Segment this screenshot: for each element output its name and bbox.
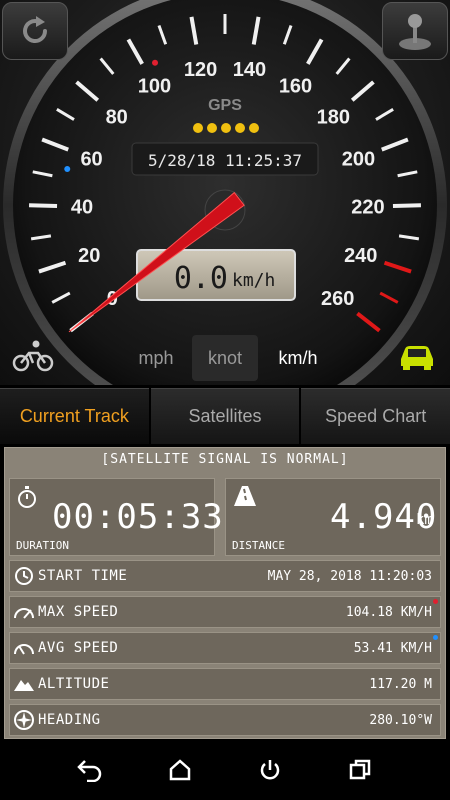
gauge-tick-label: 100 [138, 76, 171, 98]
avg-speed-marker [64, 165, 71, 172]
home-button[interactable] [160, 750, 200, 790]
gauge-tick-label: 180 [317, 107, 350, 129]
unit-knot-label: knot [207, 347, 243, 368]
gauge-tick-label: 140 [233, 59, 266, 81]
gps-dot [249, 123, 259, 133]
back-button[interactable] [70, 750, 110, 790]
clock-icon [15, 567, 33, 585]
mountain-icon [14, 680, 34, 691]
settings-joystick-button[interactable] [382, 2, 448, 60]
tab-satellites-label: Satellites [188, 406, 262, 426]
avg-speed-dot [433, 635, 438, 640]
gps-dot [193, 123, 203, 133]
tab-bar: Current Track Satellites Speed Chart [0, 388, 450, 444]
max-speed-dot [433, 599, 438, 604]
power-button[interactable] [250, 750, 290, 790]
max-speed-label: MAX SPEED [38, 604, 119, 620]
start-time-row: START TIME MAY 28, 2018 11:20:03 [9, 560, 441, 592]
start-time-label: START TIME [38, 568, 128, 584]
tab-speed-chart-label: Speed Chart [325, 406, 427, 426]
tab-current-track[interactable]: Current Track [0, 388, 149, 444]
unit-kmh[interactable]: km/h [264, 335, 332, 381]
altitude-value: 117.20 M [369, 676, 432, 692]
power-icon [260, 760, 280, 780]
home-icon [169, 759, 191, 781]
distance-unit: km [416, 512, 433, 528]
duration-tile: 00:05:33 DURATION [9, 478, 223, 556]
avg-speed-row: AVG SPEED 53.41 KM/H [9, 632, 441, 664]
heading-value: 280.10°W [369, 712, 432, 728]
distance-label: DISTANCE [232, 539, 285, 552]
bike-mode-button[interactable] [8, 336, 58, 376]
gauge-tick-label: 220 [351, 197, 384, 219]
start-time-value: MAY 28, 2018 11:20:03 [267, 568, 432, 584]
unit-kmh-label: km/h [278, 347, 318, 368]
altitude-row: ALTITUDE 117.20 M [9, 668, 441, 700]
gps-dot [207, 123, 217, 133]
max-speed-row: MAX SPEED 104.18 KM/H [9, 596, 441, 628]
avg-speed-value: 53.41 KM/H [353, 640, 432, 656]
gauge-tick-label: 240 [344, 245, 377, 267]
gauge-tick-label: 60 [80, 149, 102, 171]
recents-icon [349, 759, 371, 780]
current-track-panel: [SATELLITE SIGNAL IS NORMAL] 00:05:33 DU… [4, 447, 446, 739]
android-nav-bar [0, 740, 450, 800]
gauge-tick-label: 40 [71, 197, 93, 219]
gps-label: GPS [208, 97, 242, 114]
refresh-icon [23, 16, 48, 44]
recents-button[interactable] [340, 750, 380, 790]
gps-dot [221, 123, 231, 133]
signal-status: [SATELLITE SIGNAL IS NORMAL] [101, 452, 349, 467]
tab-speed-chart[interactable]: Speed Chart [301, 388, 450, 444]
duration-label: DURATION [16, 539, 69, 552]
altitude-label: ALTITUDE [38, 676, 110, 692]
heading-label: HEADING [38, 712, 101, 728]
speedometer-gauge: 020406080100120140160180200220240260 GPS… [3, 0, 447, 385]
speed-value: 0.0 [174, 261, 228, 296]
gauge-tick-label: 200 [342, 149, 375, 171]
avg-speed-icon [14, 644, 34, 655]
gauge-tick-label: 120 [184, 59, 217, 81]
road-icon [234, 486, 256, 506]
max-speed-marker [152, 59, 159, 66]
bicycle-icon [12, 340, 54, 372]
gauge-tick-label: 160 [279, 76, 312, 98]
max-speed-icon [14, 608, 34, 619]
gps-dot [235, 123, 245, 133]
back-icon [77, 760, 102, 782]
reset-button[interactable] [2, 2, 68, 60]
unit-mph[interactable]: mph [128, 335, 184, 381]
distance-tile: 4.940 km DISTANCE [225, 478, 441, 556]
unit-knot[interactable]: knot [192, 335, 258, 381]
heading-row: HEADING 280.10°W [9, 704, 441, 736]
speed-unit: km/h [232, 270, 275, 291]
tab-satellites[interactable]: Satellites [150, 388, 300, 444]
duration-value: 00:05:33 [52, 497, 224, 537]
car-mode-button[interactable] [392, 336, 442, 376]
gauge-tick-label: 260 [321, 288, 354, 310]
gauge-tick [392, 203, 421, 208]
stopwatch-icon [18, 486, 36, 508]
tab-current-track-label: Current Track [19, 406, 129, 426]
speedometer-panel: 020406080100120140160180200220240260 GPS… [0, 0, 450, 385]
max-speed-value: 104.18 KM/H [345, 604, 432, 620]
gauge-tick [29, 203, 58, 208]
avg-speed-label: AVG SPEED [38, 640, 119, 656]
compass-icon [14, 710, 34, 730]
joystick-icon [399, 14, 431, 50]
car-icon [401, 346, 433, 370]
gauge-tick-label: 80 [106, 107, 128, 129]
datetime-text: 5/28/18 11:25:37 [148, 151, 302, 170]
unit-mph-label: mph [138, 347, 174, 368]
gauge-tick-label: 20 [78, 245, 100, 267]
